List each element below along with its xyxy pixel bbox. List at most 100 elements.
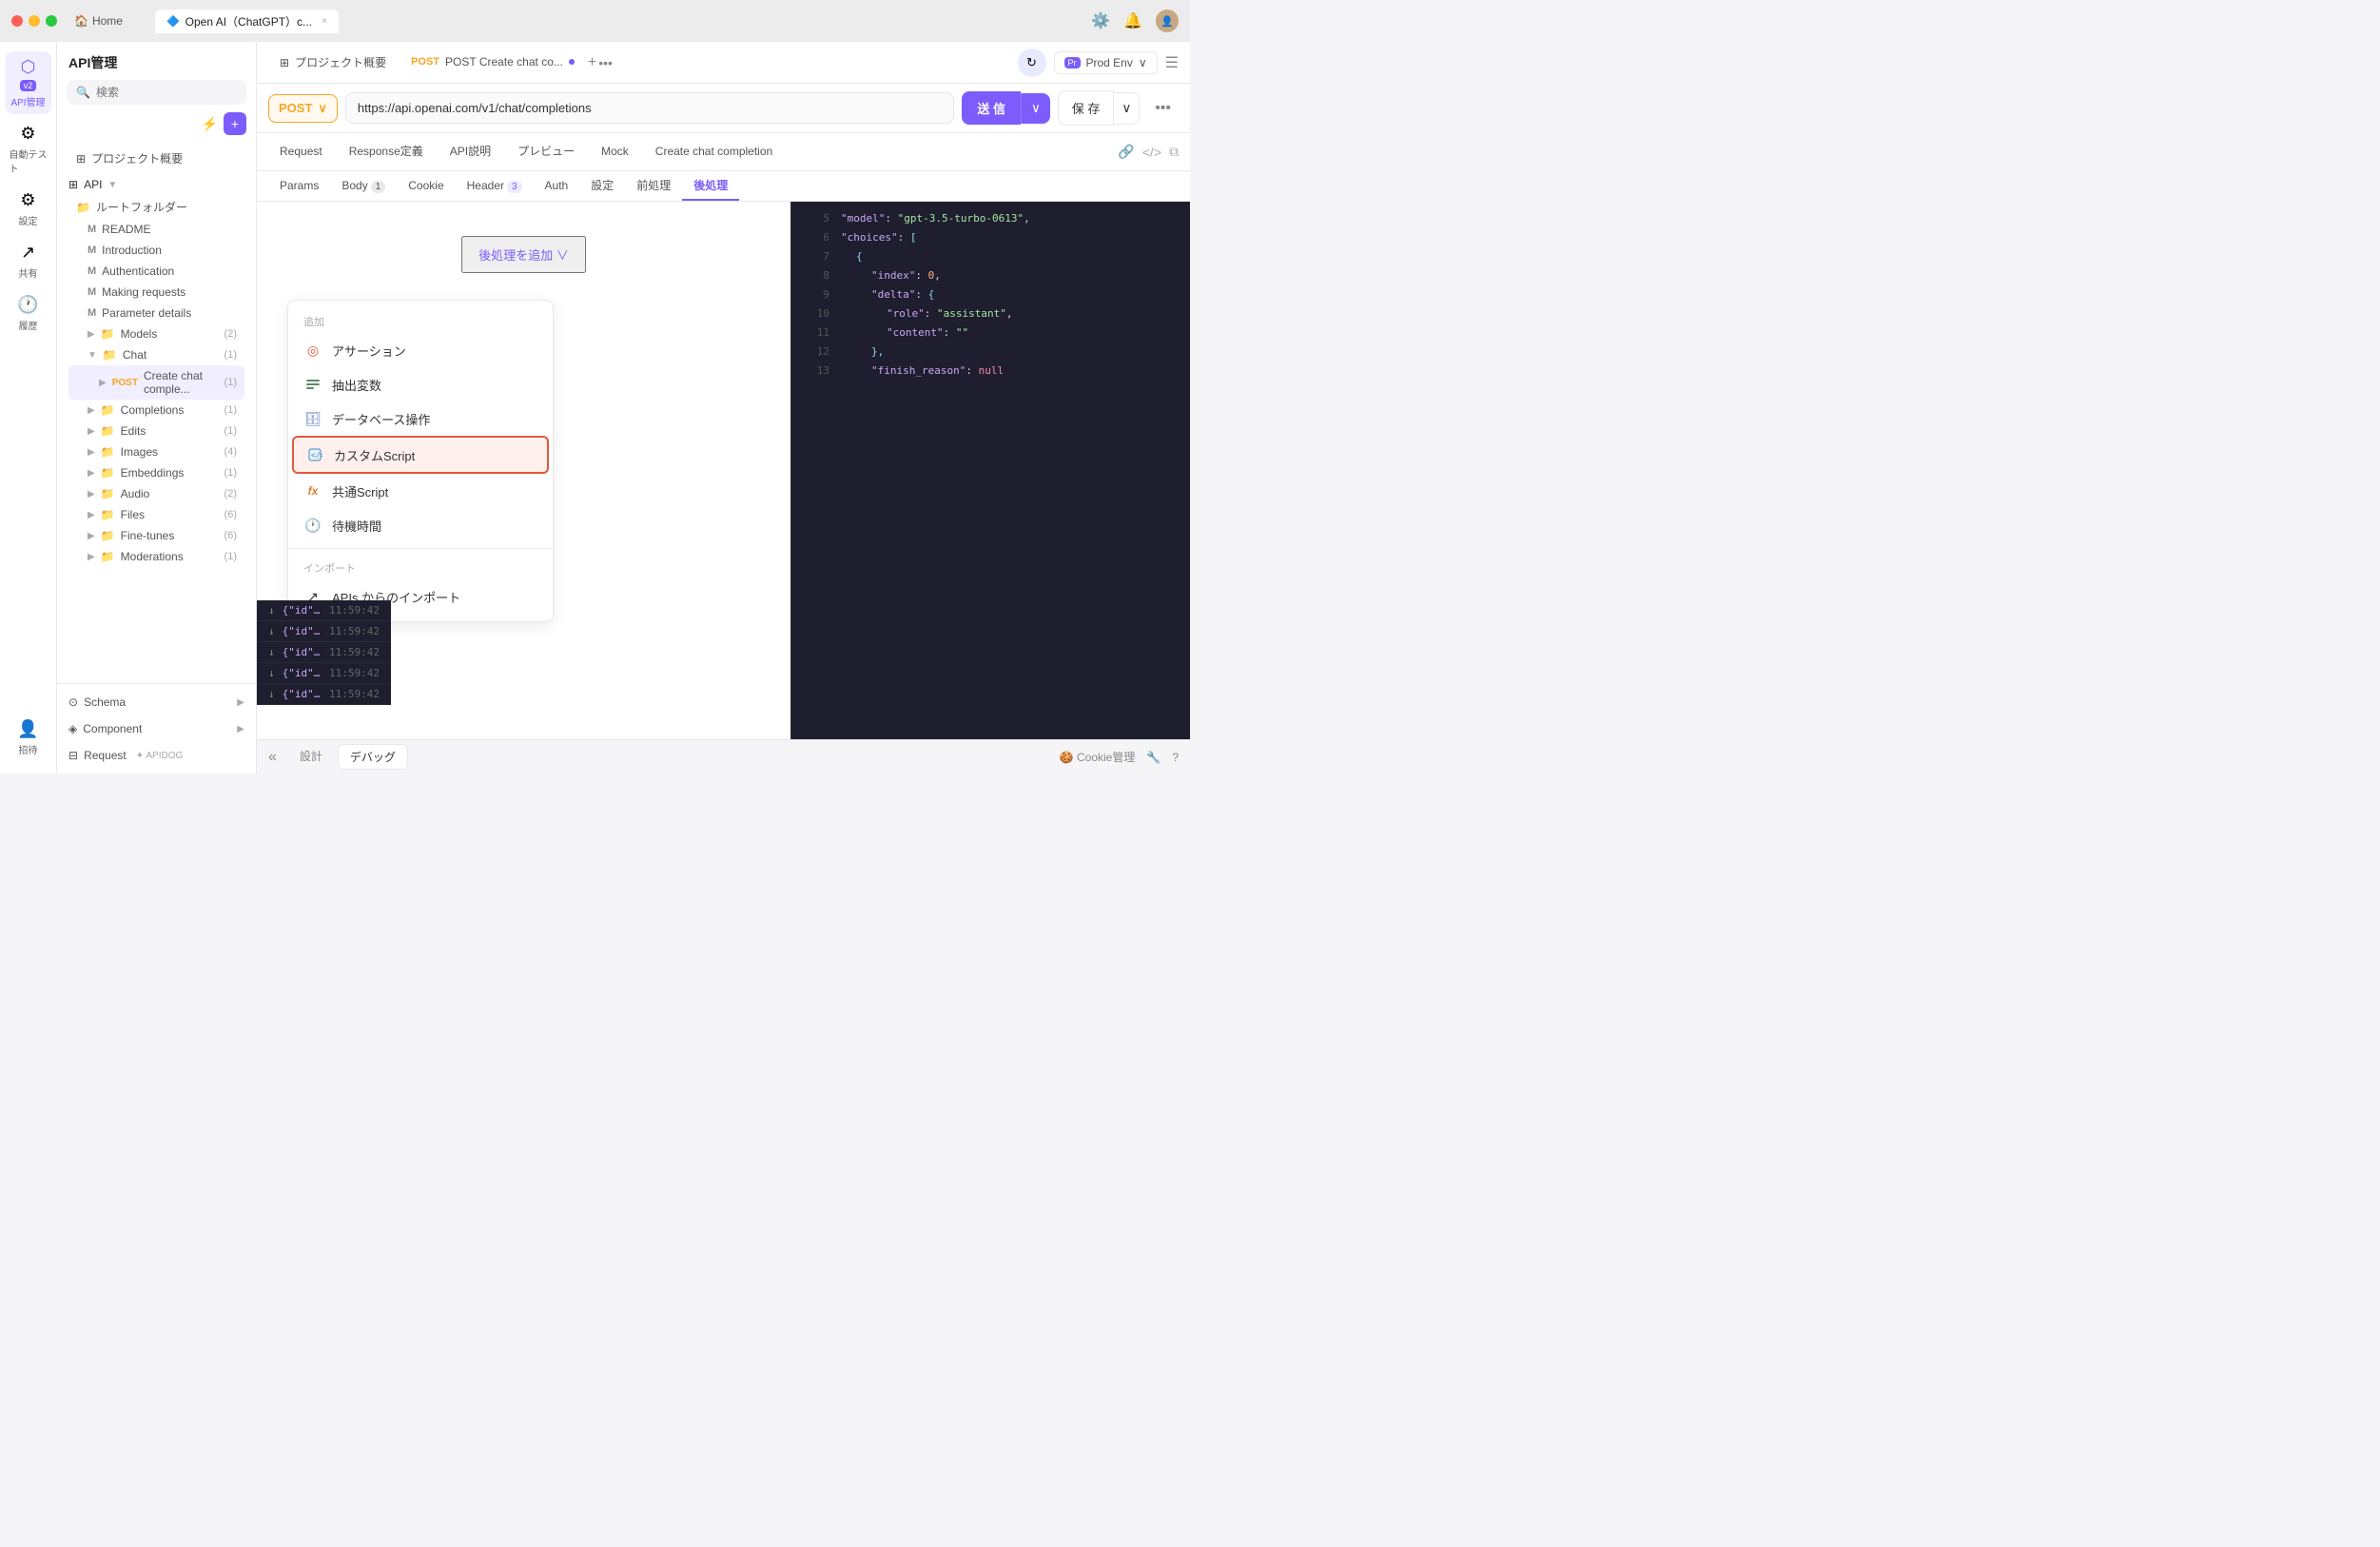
- expand-icon[interactable]: ⧉: [1169, 144, 1179, 160]
- log-row-4[interactable]: ↓ {"id":"chatcmpl-7tT8IPltejJZbliKNU47AG…: [257, 663, 391, 684]
- add-postprocess-button[interactable]: 後処理を追加 ∨: [461, 236, 586, 273]
- log-time-1: 11:59:42: [329, 604, 380, 617]
- save-button[interactable]: 保 存: [1058, 90, 1115, 126]
- sidebar-item-schema[interactable]: ⊙ Schema ▶: [68, 692, 244, 713]
- dropdown-item-assertion[interactable]: ◎ アサーション: [288, 333, 553, 367]
- iconbar-item-settings[interactable]: ⚙ 設定: [6, 185, 51, 233]
- settings-icon[interactable]: ⚙️: [1091, 11, 1110, 30]
- add-tab-button[interactable]: +: [588, 54, 596, 71]
- tab-create-chat[interactable]: Create chat completion: [644, 139, 784, 166]
- component-label: Component: [83, 722, 142, 735]
- tool-icon[interactable]: 🔧: [1146, 751, 1161, 764]
- iconbar-item-history[interactable]: 🕐 履歴: [6, 289, 51, 338]
- method-selector[interactable]: POST ∨: [268, 94, 338, 123]
- fullscreen-button[interactable]: [46, 15, 57, 27]
- send-dropdown-button[interactable]: ∨: [1021, 93, 1050, 124]
- sidebar-item-moderations[interactable]: ▶ 📁 Moderations (1): [68, 546, 244, 567]
- sidebar-item-audio[interactable]: ▶ 📁 Audio (2): [68, 483, 244, 504]
- avatar[interactable]: 👤: [1156, 10, 1179, 32]
- refresh-button[interactable]: ↻: [1018, 49, 1046, 77]
- link-icon[interactable]: 🔗: [1118, 144, 1134, 160]
- sidebar-item-create-chat[interactable]: ▶ POST Create chat comple... (1): [68, 365, 244, 400]
- sidebar-item-introduction[interactable]: M Introduction: [68, 240, 244, 261]
- tab-response-def[interactable]: Response定義: [338, 137, 435, 166]
- sidebar-item-edits[interactable]: ▶ 📁 Edits (1): [68, 421, 244, 441]
- completions-folder-icon: 📁: [101, 403, 115, 417]
- bottombar-tab-debug[interactable]: デバッグ: [338, 744, 408, 770]
- dropdown-item-shared-script[interactable]: fx 共通Script: [288, 474, 553, 508]
- url-input[interactable]: [345, 92, 954, 124]
- sidebar-item-completions[interactable]: ▶ 📁 Completions (1): [68, 400, 244, 421]
- subtab-post-process[interactable]: 後処理: [682, 171, 739, 201]
- schema-label: Schema: [84, 695, 126, 709]
- sidebar-item-parameter-details[interactable]: M Parameter details: [68, 303, 244, 323]
- subtab-params[interactable]: Params: [268, 173, 330, 200]
- log-row-2[interactable]: ↓ {"id":"chatcmpl-7tT8IPltejJZbliKNU47AG…: [257, 621, 391, 642]
- add-button[interactable]: +: [224, 112, 246, 135]
- sidebar-item-request[interactable]: ⊟ Request ✦ APIDOG: [68, 745, 244, 766]
- subtab-settings[interactable]: 設定: [579, 171, 625, 201]
- home-icon: 🏠: [74, 14, 88, 28]
- tab-mock[interactable]: Mock: [590, 139, 640, 166]
- sidebar-item-rootfolder[interactable]: 📁 ルートフォルダー: [68, 195, 244, 219]
- more-tabs-button[interactable]: •••: [598, 55, 613, 70]
- log-row-3[interactable]: ↓ {"id":"chatcmpl-7tT8IPltejJZbliKNU47AG…: [257, 642, 391, 663]
- minimize-button[interactable]: [29, 15, 40, 27]
- sidebar-item-readme[interactable]: M README: [68, 219, 244, 240]
- api-section-header[interactable]: ⊞ API ▼: [68, 174, 244, 195]
- log-row-5[interactable]: ↓ {"id":"chatcmpl-7tT8IPltejJZbliKNU47AG…: [257, 684, 391, 705]
- subtab-auth[interactable]: Auth: [534, 173, 580, 200]
- sidebar-item-project[interactable]: ⊞ プロジェクト概要: [57, 147, 256, 170]
- code-icon[interactable]: </>: [1142, 145, 1161, 160]
- sidebar-item-embeddings[interactable]: ▶ 📁 Embeddings (1): [68, 462, 244, 483]
- sidebar-item-making-requests[interactable]: M Making requests: [68, 282, 244, 303]
- urlbar-more-button[interactable]: •••: [1147, 92, 1179, 125]
- iconbar-item-autotest[interactable]: ⚙ 自動テスト: [6, 118, 51, 181]
- topbar-tab-project[interactable]: ⊞ プロジェクト概要: [268, 49, 398, 75]
- bottombar-tab-design[interactable]: 設計: [288, 744, 334, 770]
- log-row-1[interactable]: ↓ {"id":"chatcmpl-7tT8IPltejJZbliKNU47AG…: [257, 600, 391, 621]
- close-tab-button[interactable]: ×: [322, 16, 327, 27]
- home-tab[interactable]: 🏠 Home: [65, 10, 132, 31]
- subtab-cookie[interactable]: Cookie: [397, 173, 455, 200]
- dropdown-item-extract[interactable]: 抽出変数: [288, 367, 553, 401]
- search-input[interactable]: [96, 86, 237, 99]
- iconbar-item-invite[interactable]: 👤 招待: [6, 714, 51, 762]
- sidebar-item-models[interactable]: ▶ 📁 Models (2): [68, 323, 244, 344]
- iconbar-item-api[interactable]: ⬡ v2 API管理: [6, 51, 51, 114]
- custom-script-icon: </>: [305, 445, 324, 464]
- iconbar-item-share[interactable]: ↗ 共有: [6, 237, 51, 285]
- tab-api-doc[interactable]: API説明: [439, 137, 502, 166]
- subtab-pre-process[interactable]: 前処理: [625, 171, 682, 201]
- tab-icon: 🔷: [166, 15, 180, 28]
- log-arrow-icon-2: ↓: [268, 625, 275, 637]
- dropdown-item-wait[interactable]: 🕐 待機時間: [288, 508, 553, 542]
- close-button[interactable]: [11, 15, 23, 27]
- subtab-header[interactable]: Header3: [456, 173, 534, 200]
- cookie-mgmt-label[interactable]: 🍪 Cookie管理: [1060, 749, 1136, 765]
- rootfolder-label: ルートフォルダー: [96, 199, 187, 215]
- back-button[interactable]: «: [268, 749, 277, 766]
- dropdown-item-custom-script[interactable]: </> カスタムScript: [292, 436, 549, 474]
- menu-icon[interactable]: ☰: [1165, 53, 1179, 72]
- sidebar-item-fine-tunes[interactable]: ▶ 📁 Fine-tunes (6): [68, 525, 244, 546]
- sidebar-item-authentication[interactable]: M Authentication: [68, 261, 244, 282]
- sidebar-search[interactable]: 🔍: [67, 80, 246, 105]
- tab-request[interactable]: Request: [268, 139, 334, 166]
- save-dropdown-button[interactable]: ∨: [1114, 92, 1140, 125]
- filter-button[interactable]: ⚡: [202, 116, 218, 132]
- iconbar: ⬡ v2 API管理 ⚙ 自動テスト ⚙ 設定 ↗ 共有 🕐 履歴 👤 招待: [0, 42, 57, 774]
- sidebar-item-component[interactable]: ◈ Component ▶: [68, 718, 244, 739]
- active-tab[interactable]: 🔷 Open AI（ChatGPT）c... ×: [155, 10, 339, 33]
- send-button[interactable]: 送 信: [962, 91, 1021, 125]
- tab-preview[interactable]: プレビュー: [506, 137, 586, 166]
- topbar-tab-active[interactable]: POST POST Create chat co...: [400, 50, 586, 75]
- notification-icon[interactable]: 🔔: [1123, 11, 1142, 30]
- sidebar-item-files[interactable]: ▶ 📁 Files (6): [68, 504, 244, 525]
- sidebar-item-chat[interactable]: ▼ 📁 Chat (1): [68, 344, 244, 365]
- dropdown-item-database[interactable]: 🗄 データベース操作: [288, 401, 553, 436]
- help-icon[interactable]: ?: [1172, 751, 1179, 764]
- subtab-body[interactable]: Body1: [330, 173, 397, 200]
- sidebar-item-images[interactable]: ▶ 📁 Images (4): [68, 441, 244, 462]
- env-selector[interactable]: Pr Prod Env ∨: [1054, 51, 1158, 74]
